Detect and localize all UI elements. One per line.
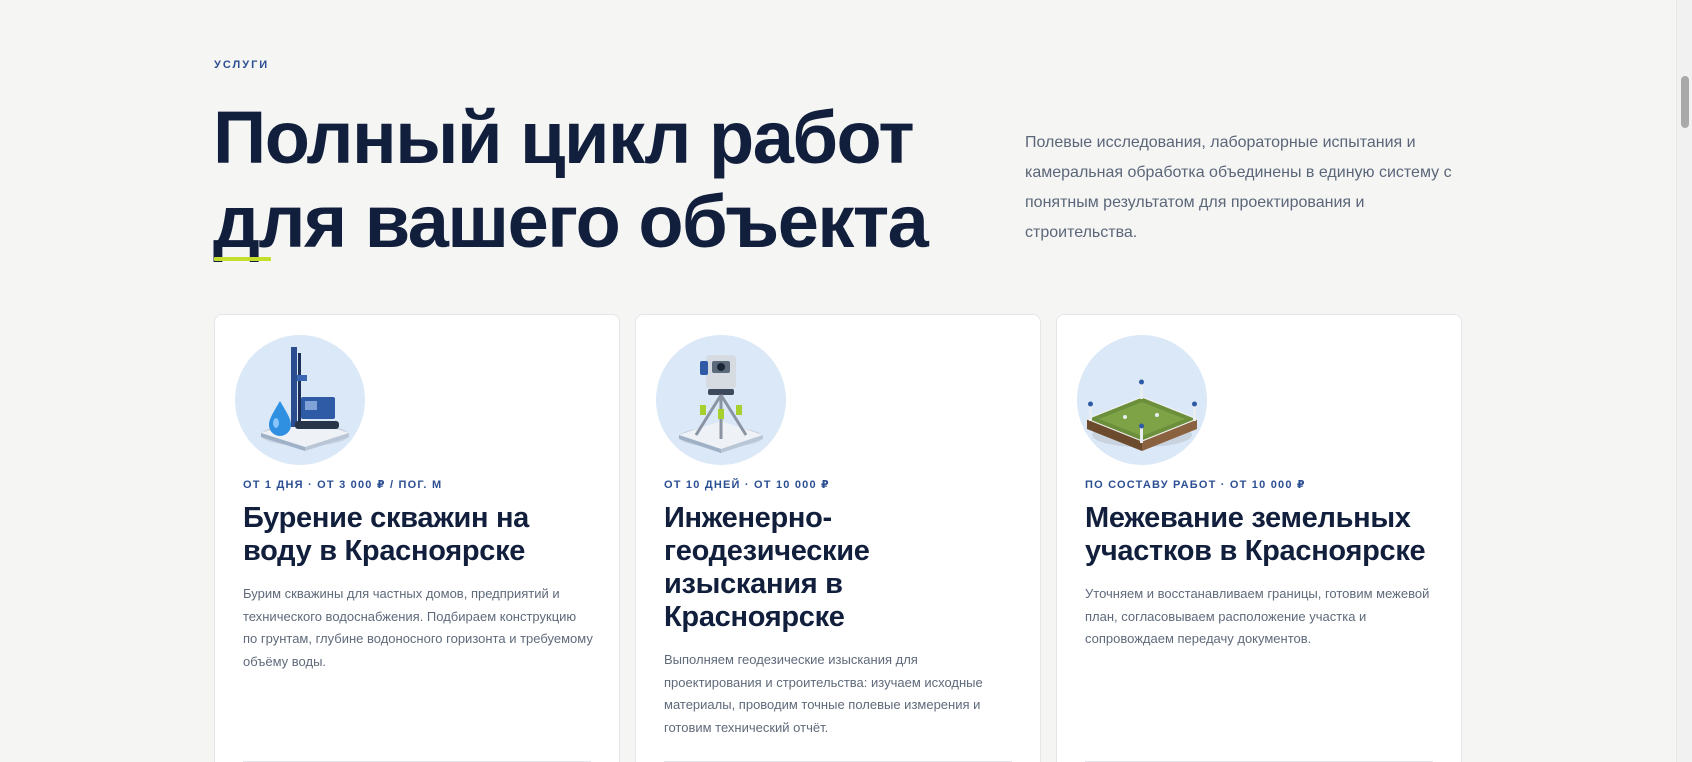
service-card-land-survey[interactable]: По составу работ · от 10 000 ₽ Межевание… <box>1056 314 1462 762</box>
land-plot-icon <box>1077 335 1207 465</box>
theodolite-icon <box>656 335 786 465</box>
service-meta: По составу работ · от 10 000 ₽ <box>1085 479 1306 491</box>
drilling-rig-icon <box>235 335 365 465</box>
service-description: Уточняем и восстанавливаем границы, гото… <box>1085 586 1430 646</box>
service-meta: От 1 дня · от 3 000 ₽ / пог. м <box>243 479 443 491</box>
scrollbar-thumb[interactable] <box>1681 76 1689 128</box>
service-description: Выполняем геодезические изыскания для пр… <box>664 652 983 735</box>
section-eyebrow: Услуги <box>214 59 270 71</box>
service-title[interactable]: Инженерно-геодезические изыскания в Крас… <box>664 502 1024 634</box>
title-accent-line <box>214 257 271 261</box>
services-page: Услуги Полный цикл работ для вашего объе… <box>0 0 1676 762</box>
service-title[interactable]: Межевание земельных участков в Красноярс… <box>1085 502 1445 568</box>
page-scrollbar[interactable] <box>1676 0 1692 762</box>
section-title: Полный цикл работ для вашего объекта <box>213 96 929 263</box>
section-description: Полевые исследования, лабораторные испыт… <box>1025 134 1452 241</box>
service-card-geodesy[interactable]: От 10 дней · от 10 000 ₽ Инженерно-геоде… <box>635 314 1041 762</box>
service-meta: От 10 дней · от 10 000 ₽ <box>664 479 830 491</box>
service-title[interactable]: Бурение скважин на воду в Красноярске <box>243 502 603 568</box>
service-card-drilling[interactable]: От 1 дня · от 3 000 ₽ / пог. м Бурение с… <box>214 314 620 762</box>
service-description: Бурим скважины для частных домов, предпр… <box>243 586 593 669</box>
